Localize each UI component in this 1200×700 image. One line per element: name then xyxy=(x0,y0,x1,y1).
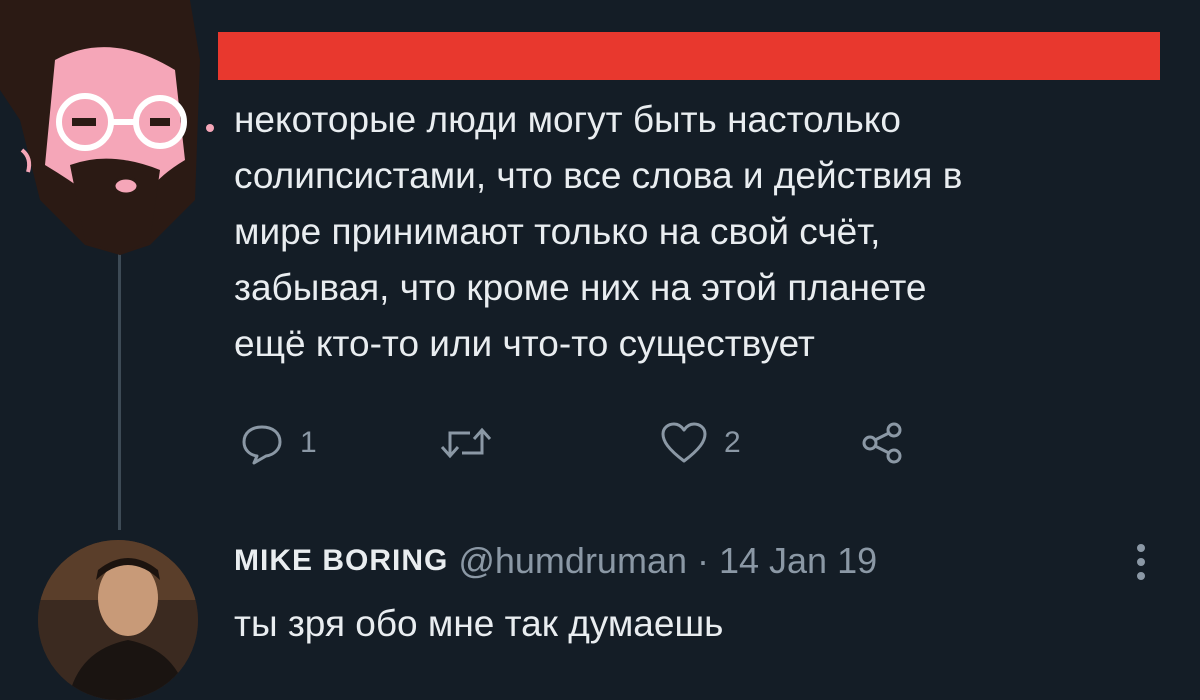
reply-handle-date: @humdruman · 14 Jan 19 xyxy=(458,540,878,581)
share-icon xyxy=(860,421,904,465)
reply-author-name[interactable]: MIKE BORING xyxy=(234,544,448,578)
thread-line xyxy=(118,250,121,530)
more-vertical-icon[interactable] xyxy=(1126,540,1156,590)
reply-text: ты зря обо мне так думаешь xyxy=(234,603,724,644)
share-button[interactable] xyxy=(860,418,904,468)
heart-icon xyxy=(660,421,708,465)
tweet-text: некоторые люди могут быть настолько соли… xyxy=(234,99,963,364)
reply-header: MIKE BORING @humdruman · 14 Jan 19 xyxy=(234,536,877,586)
tweet-actions: 1 2 xyxy=(240,418,940,468)
author-avatar[interactable] xyxy=(0,0,220,270)
reply-avatar[interactable] xyxy=(38,540,198,700)
retweet-button[interactable] xyxy=(440,418,492,468)
like-button[interactable]: 2 xyxy=(660,418,741,468)
reply-button[interactable]: 1 xyxy=(240,418,317,468)
redaction-bar xyxy=(218,32,1160,80)
reply-icon xyxy=(240,421,284,465)
reply-count: 1 xyxy=(300,426,317,459)
like-count: 2 xyxy=(724,426,741,459)
retweet-icon xyxy=(440,421,492,465)
